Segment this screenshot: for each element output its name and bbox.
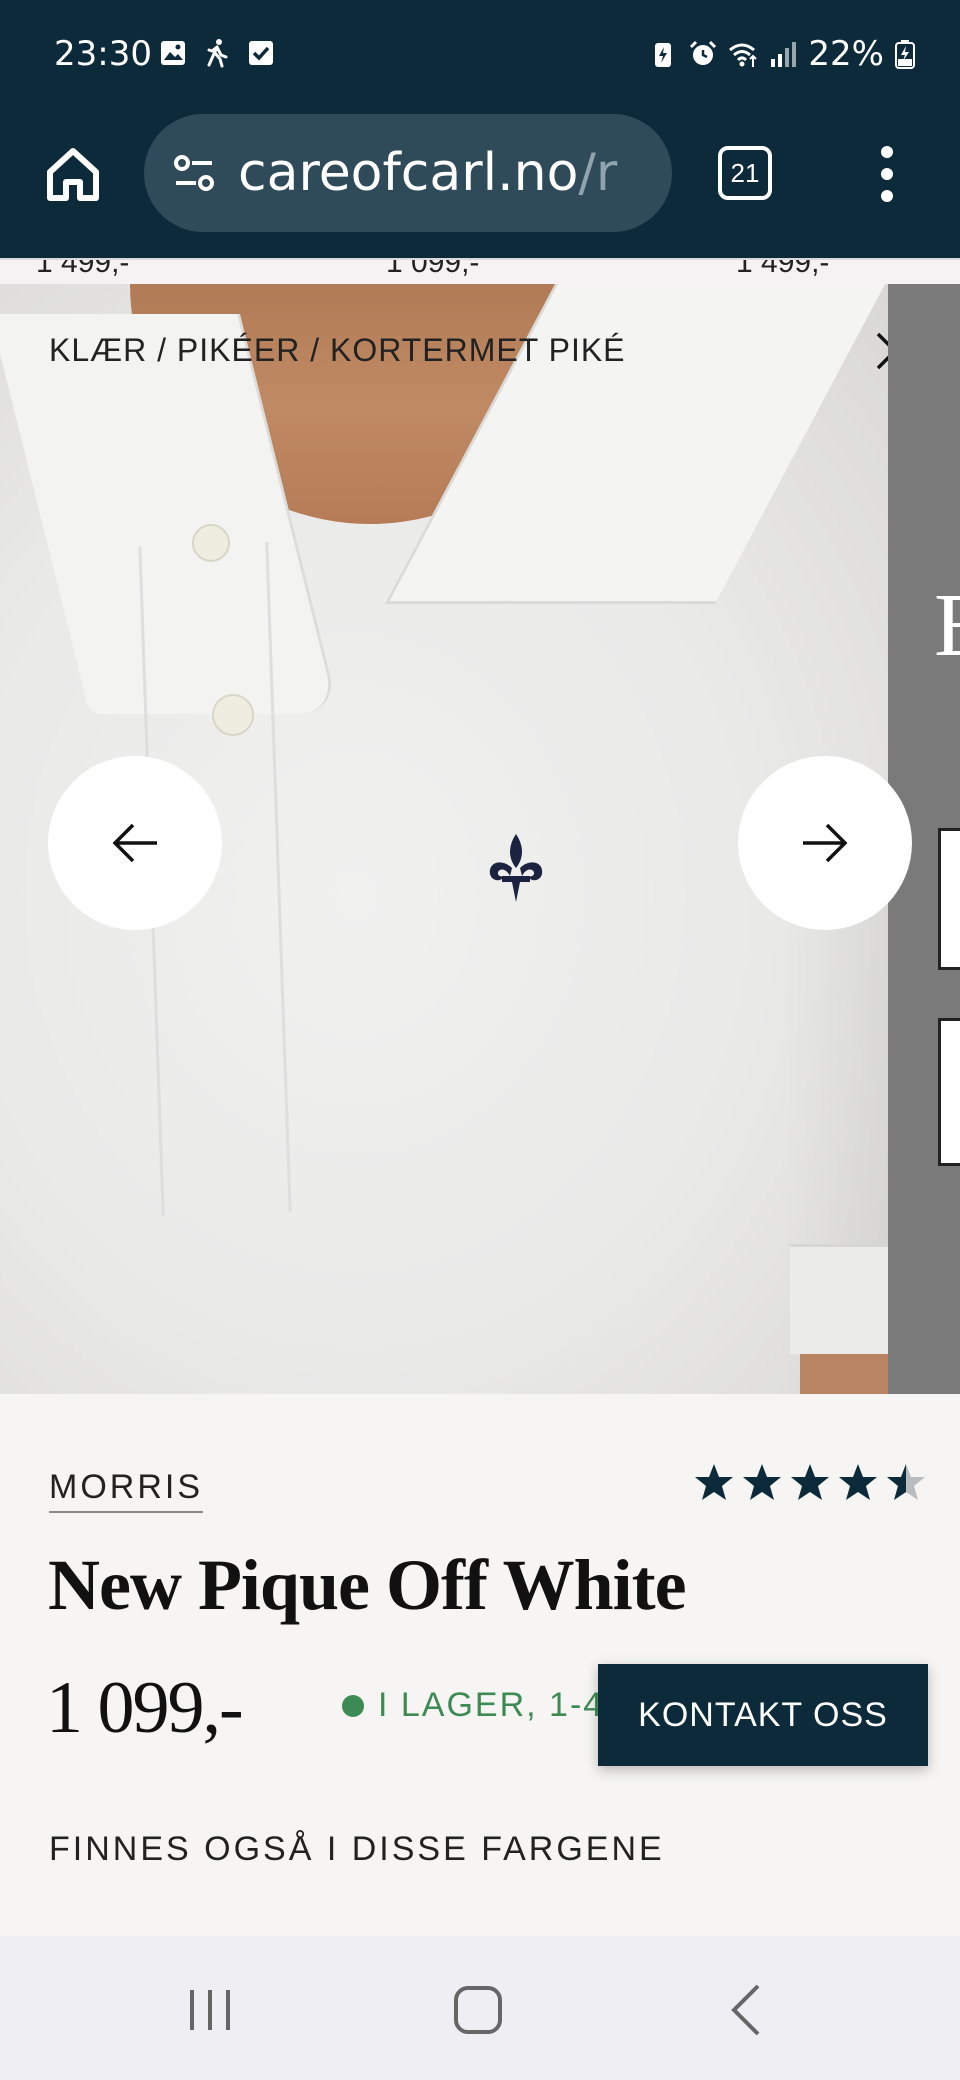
arrow-left-icon (112, 823, 157, 863)
other-colors-heading: FINNES OGSÅ I DISSE FARGENE (49, 1830, 665, 1868)
alarm-icon (690, 40, 717, 65)
address-bar[interactable]: careofcarl.no/r (144, 114, 672, 232)
url-domain: careofcarl.no (238, 143, 579, 203)
stock-dot-icon (342, 1694, 364, 1717)
image-arm (800, 1354, 888, 1394)
checkbox-icon (249, 41, 273, 65)
back-icon[interactable] (718, 1980, 778, 2040)
gallery-icon (161, 41, 185, 65)
stock-status: I LAGER, 1-4 (342, 1686, 604, 1725)
background-product-prices: 1 499,- 1 099,- 1 499,- (0, 258, 960, 284)
arrow-right-icon (803, 823, 848, 863)
status-time: 23:30 (54, 34, 152, 74)
wifi-icon (729, 43, 758, 67)
background-price: 1 499,- (736, 258, 830, 279)
background-price: 1 499,- (36, 258, 130, 279)
star-icon (791, 1464, 829, 1500)
fleur-de-lis-logo (489, 834, 543, 902)
star-icon (695, 1464, 733, 1500)
battery-saver-icon (655, 43, 672, 67)
site-settings-icon[interactable] (170, 149, 218, 197)
rating-stars[interactable] (694, 1462, 926, 1502)
star-icon (839, 1464, 877, 1500)
battery-charging-icon (895, 40, 915, 69)
walking-icon (207, 39, 228, 68)
image-shirt-button (212, 694, 254, 736)
side-panel-letter: E (934, 574, 960, 677)
status-notification-icons (158, 38, 276, 68)
home-icon[interactable] (42, 144, 104, 206)
image-shirt-button (192, 524, 230, 562)
brand-link[interactable]: MORRIS (49, 1468, 203, 1513)
signal-icon (771, 42, 797, 67)
side-panel-box (938, 1018, 960, 1166)
star-icon (743, 1464, 781, 1500)
url-path: /r (578, 143, 618, 203)
browser-toolbar: careofcarl.no/r 21 (0, 108, 960, 258)
product-price: 1 099,- (46, 1667, 244, 1749)
background-price: 1 099,- (386, 258, 480, 279)
more-menu-icon[interactable] (872, 142, 902, 206)
next-image-button[interactable] (738, 756, 912, 930)
image-cuff (790, 1244, 888, 1354)
tab-switcher-button[interactable]: 21 (718, 146, 772, 200)
previous-image-button[interactable] (48, 756, 222, 930)
status-bar: 23:30 22% (0, 0, 960, 108)
side-panel-box (938, 828, 960, 970)
status-system-icons: 22% (648, 34, 916, 74)
system-navigation-bar (0, 1936, 960, 2080)
home-nav-icon[interactable] (448, 1980, 508, 2040)
breadcrumb[interactable]: KLÆR / PIKÉER / KORTERMET PIKÉ (49, 332, 626, 369)
stock-text: I LAGER, 1-4 (378, 1686, 605, 1724)
product-title: New Pique Off White (48, 1545, 687, 1625)
recent-apps-icon[interactable] (180, 1980, 240, 2040)
product-info: MORRIS New Pique Off White 1 099,- I LAG… (0, 1394, 960, 1936)
battery-percent: 22% (808, 34, 884, 74)
half-star-icon (887, 1464, 925, 1500)
contact-button[interactable]: KONTAKT OSS (598, 1664, 928, 1766)
url-text: careofcarl.no/r (238, 143, 617, 203)
